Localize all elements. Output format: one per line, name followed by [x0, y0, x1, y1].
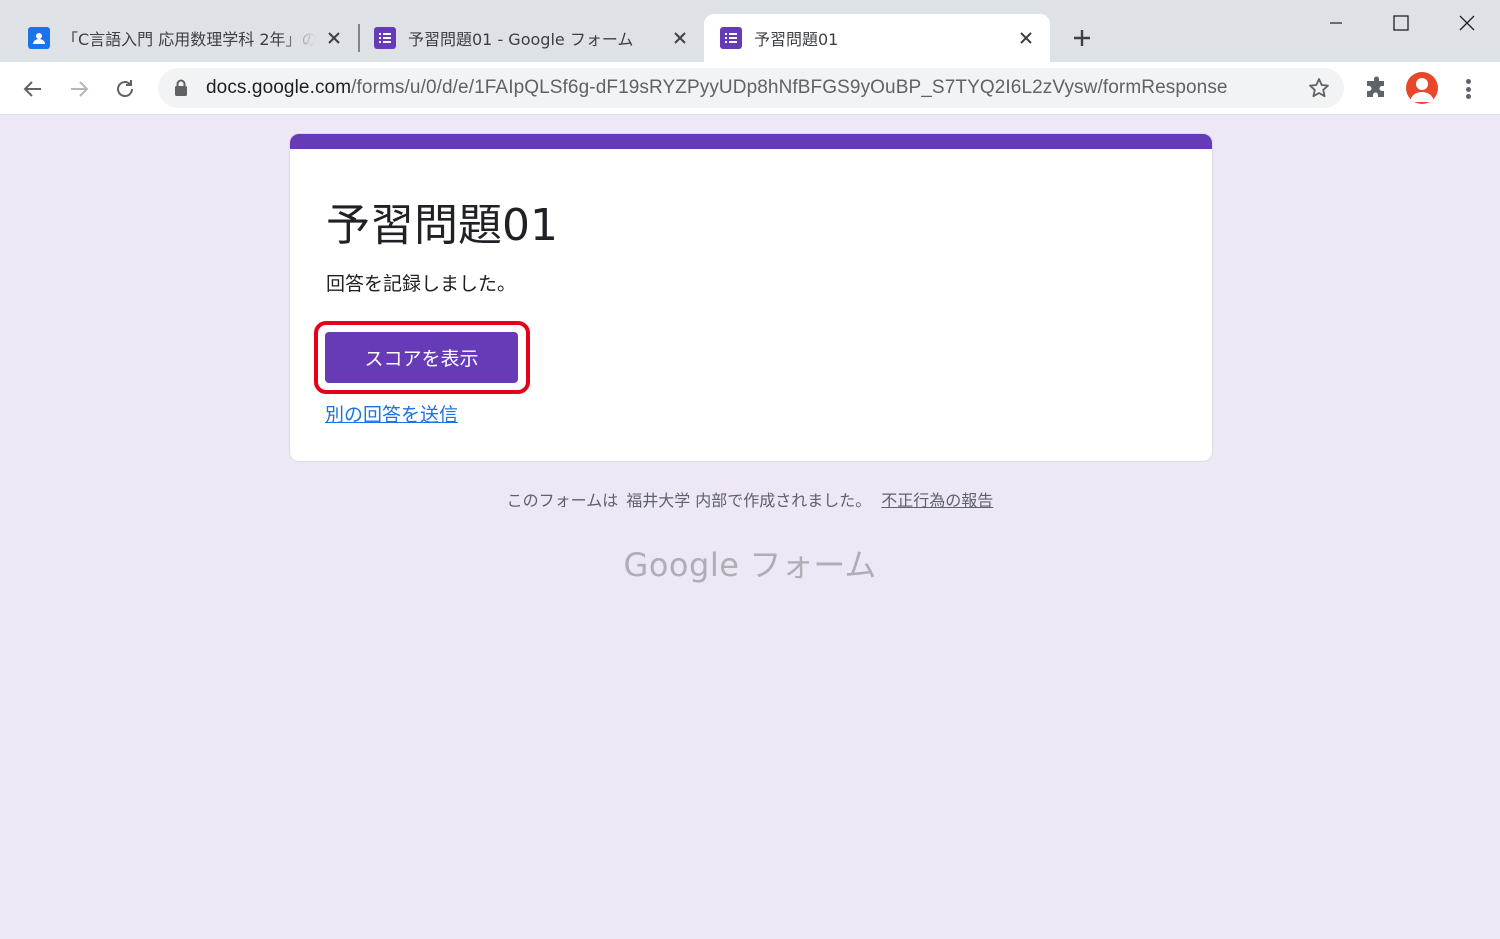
- url-host: docs.google.com: [206, 77, 352, 98]
- organization-text: 福井大学 内部で作成されました。: [626, 491, 872, 510]
- tab-form-response[interactable]: 予習問題01: [704, 14, 1050, 62]
- created-text: このフォームは: [506, 491, 619, 510]
- url-path: /forms/u/0/d/e/1FAIpQLSf6g-dF19sRYZPyyUD…: [351, 77, 1228, 98]
- browser-toolbar: docs.google.com/forms/u/0/d/e/1FAIpQLSf6…: [0, 62, 1500, 115]
- form-footer-note: このフォームは 福井大学 内部で作成されました。 不正行為の報告: [0, 487, 1500, 511]
- tab-form-edit[interactable]: 予習問題01 - Google フォーム: [362, 14, 698, 62]
- kebab-menu-icon[interactable]: [1458, 76, 1478, 102]
- google-forms-logo[interactable]: Google フォーム: [0, 540, 1500, 586]
- tab-classroom[interactable]: 「C言語入門 応用数理学科 2年」の: [18, 14, 348, 62]
- extensions-puzzle-icon[interactable]: [1364, 76, 1390, 102]
- confirmation-message: 回答を記録しました。: [326, 273, 517, 295]
- close-icon[interactable]: [1016, 28, 1036, 48]
- url-text: docs.google.com/forms/u/0/d/e/1FAIpQLSf6…: [206, 77, 1228, 99]
- profile-avatar[interactable]: [1406, 72, 1438, 104]
- logo-forms-text: フォーム: [749, 547, 877, 583]
- logo-google-text: Google: [623, 546, 740, 584]
- tab-title: 「C言語入門 応用数理学科 2年」の: [62, 30, 316, 49]
- form-card: 予習問題01 回答を記録しました。 スコアを表示 別の回答を送信: [289, 133, 1213, 462]
- maximize-icon[interactable]: [1381, 10, 1421, 36]
- new-tab-button[interactable]: [1068, 24, 1096, 52]
- address-bar[interactable]: docs.google.com/forms/u/0/d/e/1FAIpQLSf6…: [158, 68, 1344, 108]
- view-score-button[interactable]: スコアを表示: [325, 332, 518, 383]
- tab-title: 予習問題01: [754, 30, 839, 49]
- bookmark-star-icon[interactable]: [1308, 77, 1330, 99]
- close-icon[interactable]: [670, 28, 690, 48]
- forms-icon: [720, 27, 742, 49]
- tab-title: 予習問題01 - Google フォーム: [408, 30, 634, 49]
- classroom-icon: [28, 27, 50, 49]
- back-icon[interactable]: [18, 74, 48, 104]
- lock-icon: [174, 79, 190, 97]
- tab-strip: 「C言語入門 応用数理学科 2年」の 予習問題01 - Google フォーム …: [0, 0, 1500, 62]
- report-abuse-link[interactable]: 不正行為の報告: [881, 491, 993, 510]
- forward-icon[interactable]: [64, 74, 94, 104]
- window-close-icon[interactable]: [1447, 10, 1487, 36]
- close-icon[interactable]: [324, 28, 344, 48]
- tab-separator: [358, 24, 360, 52]
- reload-icon[interactable]: [110, 74, 140, 104]
- form-title: 予習問題01: [326, 200, 558, 251]
- submit-another-response-link[interactable]: 別の回答を送信: [325, 400, 458, 427]
- forms-icon: [374, 27, 396, 49]
- form-accent-bar: [290, 134, 1212, 149]
- minimize-icon[interactable]: [1316, 10, 1356, 36]
